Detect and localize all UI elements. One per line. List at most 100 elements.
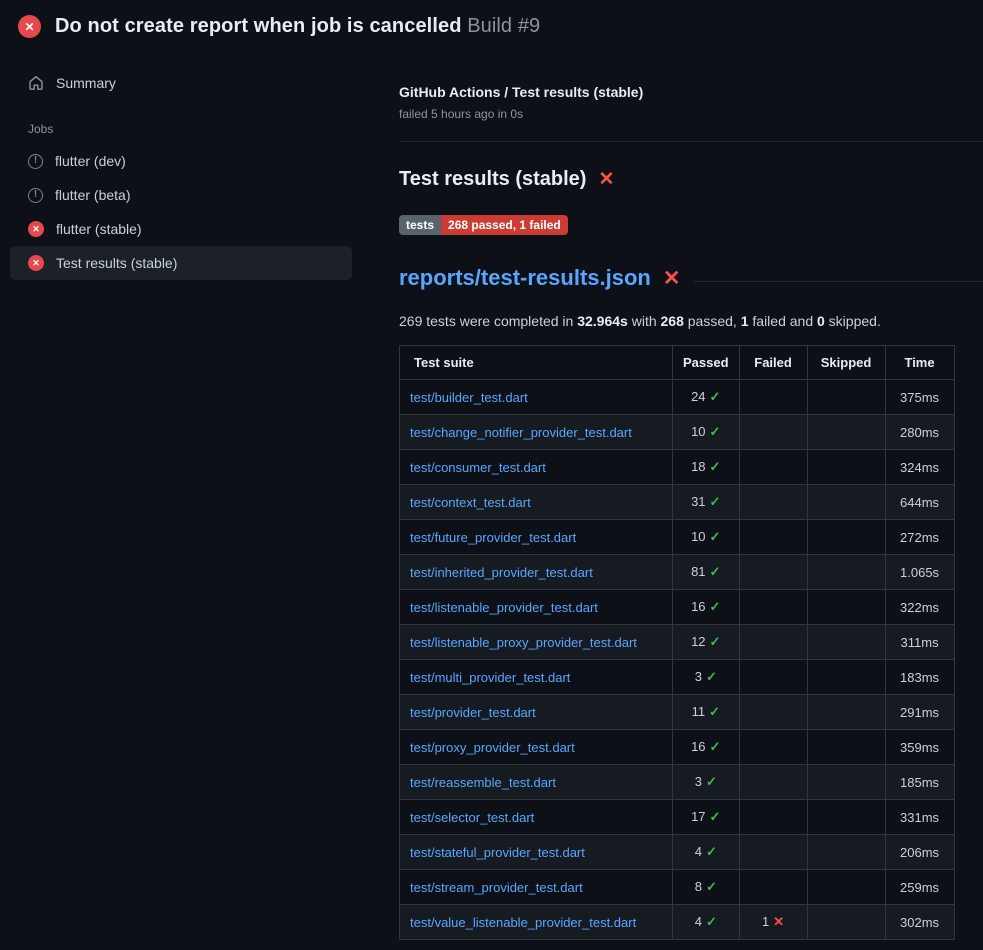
table-row: test/future_provider_test.dart 10✓ 272ms bbox=[400, 520, 955, 555]
sidebar-job-flutter-dev[interactable]: ! flutter (dev) bbox=[10, 144, 352, 178]
suite-link[interactable]: test/inherited_provider_test.dart bbox=[410, 565, 593, 580]
suite-link[interactable]: test/value_listenable_provider_test.dart bbox=[410, 915, 636, 930]
report-link[interactable]: reports/test-results.json bbox=[399, 265, 651, 291]
check-icon: ✓ bbox=[706, 879, 717, 894]
table-row: test/context_test.dart 31✓ 644ms bbox=[400, 485, 955, 520]
table-row: test/provider_test.dart 11✓ 291ms bbox=[400, 695, 955, 730]
skipped-cell bbox=[807, 520, 885, 555]
passed-cell: 8✓ bbox=[673, 870, 740, 905]
failed-cell bbox=[739, 520, 807, 555]
failed-cell bbox=[739, 450, 807, 485]
x-glyph: ✕ bbox=[24, 21, 34, 33]
suite-link[interactable]: test/reassemble_test.dart bbox=[410, 775, 556, 790]
check-title: Do not create report when job is cancell… bbox=[55, 15, 462, 37]
col-header-failed: Failed bbox=[739, 346, 807, 380]
check-icon: ✓ bbox=[710, 634, 721, 649]
suite-link[interactable]: test/stream_provider_test.dart bbox=[410, 880, 583, 895]
time-cell: 331ms bbox=[885, 800, 954, 835]
check-icon: ✓ bbox=[710, 424, 721, 439]
failed-cell bbox=[739, 870, 807, 905]
check-icon: ✓ bbox=[710, 529, 721, 544]
sidebar-item-summary[interactable]: Summary bbox=[10, 66, 352, 100]
suite-cell: test/stream_provider_test.dart bbox=[400, 870, 673, 905]
suite-link[interactable]: test/provider_test.dart bbox=[410, 705, 536, 720]
skipped-cell bbox=[807, 730, 885, 765]
badge-label: tests bbox=[399, 215, 441, 235]
failed-cell: 1✕ bbox=[739, 905, 807, 940]
time-cell: 206ms bbox=[885, 835, 954, 870]
skipped-cell bbox=[807, 870, 885, 905]
time-cell: 302ms bbox=[885, 905, 954, 940]
summary-skipped-count: 0 bbox=[817, 313, 825, 329]
table-row: test/selector_test.dart 17✓ 331ms bbox=[400, 800, 955, 835]
build-number: Build #9 bbox=[467, 15, 540, 37]
table-row: test/multi_provider_test.dart 3✓ 183ms bbox=[400, 660, 955, 695]
job-status-icon: ! bbox=[28, 188, 43, 203]
time-cell: 259ms bbox=[885, 870, 954, 905]
suite-link[interactable]: test/change_notifier_provider_test.dart bbox=[410, 425, 632, 440]
time-cell: 272ms bbox=[885, 520, 954, 555]
summary-passed-count: 268 bbox=[661, 313, 684, 329]
summary-total-time: 32.964s bbox=[577, 313, 628, 329]
summary-line: 269 tests were completed in 32.964s with… bbox=[399, 313, 983, 329]
col-header-test-suite: Test suite bbox=[400, 346, 673, 380]
passed-cell: 81✓ bbox=[673, 555, 740, 590]
job-label: flutter (dev) bbox=[55, 153, 126, 169]
sidebar-job-flutter-stable[interactable]: ✕ flutter (stable) bbox=[10, 212, 352, 246]
table-row: test/stateful_provider_test.dart 4✓ 206m… bbox=[400, 835, 955, 870]
col-header-passed: Passed bbox=[673, 346, 740, 380]
table-row: test/reassemble_test.dart 3✓ 185ms bbox=[400, 765, 955, 800]
time-cell: 644ms bbox=[885, 485, 954, 520]
job-label: flutter (stable) bbox=[56, 221, 142, 237]
suite-link[interactable]: test/stateful_provider_test.dart bbox=[410, 845, 585, 860]
suite-link[interactable]: test/multi_provider_test.dart bbox=[410, 670, 570, 685]
passed-cell: 11✓ bbox=[673, 695, 740, 730]
failed-status-icon: ✕ bbox=[18, 15, 41, 38]
suite-cell: test/listenable_proxy_provider_test.dart bbox=[400, 625, 673, 660]
badge-value: 268 passed, 1 failed bbox=[441, 215, 568, 235]
check-icon: ✓ bbox=[710, 739, 721, 754]
suite-cell: test/proxy_provider_test.dart bbox=[400, 730, 673, 765]
sidebar-job-test-results-stable[interactable]: ✕ Test results (stable) bbox=[10, 246, 352, 280]
suite-link[interactable]: test/selector_test.dart bbox=[410, 810, 534, 825]
suite-link[interactable]: test/listenable_proxy_provider_test.dart bbox=[410, 635, 637, 650]
table-header-row: Test suite Passed Failed Skipped Time bbox=[400, 346, 955, 380]
job-status-icon: ✕ bbox=[28, 255, 44, 271]
check-icon: ✓ bbox=[709, 704, 720, 719]
skipped-cell bbox=[807, 800, 885, 835]
suite-cell: test/change_notifier_provider_test.dart bbox=[400, 415, 673, 450]
skipped-cell bbox=[807, 660, 885, 695]
heading-rule bbox=[694, 281, 983, 282]
check-icon: ✓ bbox=[710, 599, 721, 614]
failed-cell bbox=[739, 835, 807, 870]
suite-link[interactable]: test/builder_test.dart bbox=[410, 390, 528, 405]
skipped-cell bbox=[807, 555, 885, 590]
failed-cell bbox=[739, 695, 807, 730]
job-status-icon: ! bbox=[28, 154, 43, 169]
check-icon: ✓ bbox=[710, 459, 721, 474]
summary-failed-count: 1 bbox=[741, 313, 749, 329]
skipped-cell bbox=[807, 450, 885, 485]
suite-link[interactable]: test/proxy_provider_test.dart bbox=[410, 740, 575, 755]
suite-cell: test/stateful_provider_test.dart bbox=[400, 835, 673, 870]
check-icon: ✓ bbox=[706, 844, 717, 859]
main-content: GitHub Actions / Test results (stable) f… bbox=[370, 48, 983, 940]
page-title: Do not create report when job is cancell… bbox=[55, 15, 540, 38]
time-cell: 185ms bbox=[885, 765, 954, 800]
check-icon: ✓ bbox=[706, 914, 717, 929]
suite-link[interactable]: test/context_test.dart bbox=[410, 495, 531, 510]
suite-link[interactable]: test/listenable_provider_test.dart bbox=[410, 600, 598, 615]
failed-x-icon: ✕ bbox=[598, 170, 614, 189]
suite-cell: test/consumer_test.dart bbox=[400, 450, 673, 485]
section-title-text: Test results (stable) bbox=[399, 168, 586, 191]
suite-cell: test/provider_test.dart bbox=[400, 695, 673, 730]
passed-cell: 16✓ bbox=[673, 730, 740, 765]
time-cell: 322ms bbox=[885, 590, 954, 625]
skipped-cell bbox=[807, 835, 885, 870]
suite-link[interactable]: test/consumer_test.dart bbox=[410, 460, 546, 475]
suite-link[interactable]: test/future_provider_test.dart bbox=[410, 530, 576, 545]
suite-cell: test/context_test.dart bbox=[400, 485, 673, 520]
col-header-time: Time bbox=[885, 346, 954, 380]
failed-cell bbox=[739, 415, 807, 450]
sidebar-job-flutter-beta[interactable]: ! flutter (beta) bbox=[10, 178, 352, 212]
